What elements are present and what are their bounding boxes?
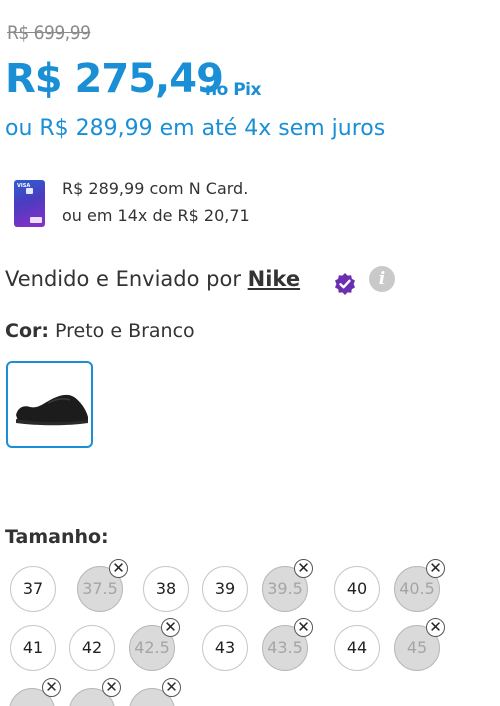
size-option-37[interactable]: 37: [10, 566, 56, 612]
seller-prefix: Vendido e Enviado por: [5, 267, 248, 291]
size-option-label: 43.5: [267, 638, 303, 657]
size-option-41[interactable]: 41: [10, 625, 56, 671]
size-option-label: 42: [81, 638, 103, 657]
size-option-label: 39.5: [267, 579, 303, 598]
unavailable-x-icon: ✕: [109, 559, 128, 578]
size-label: Tamanho:: [5, 526, 109, 548]
unavailable-x-icon: ✕: [161, 618, 180, 637]
verified-seller-icon: [335, 273, 355, 295]
size-option-42-5[interactable]: 42.5 ✕: [129, 618, 180, 671]
old-price: R$ 699,99: [7, 22, 91, 44]
info-icon[interactable]: i: [369, 266, 395, 292]
seller-info: Vendido e Enviado por Nike: [5, 267, 300, 291]
size-option-42[interactable]: 42: [69, 625, 115, 671]
unavailable-x-icon: ✕: [102, 678, 121, 697]
pix-price: R$ 275,49: [5, 56, 224, 102]
size-option-38[interactable]: 38: [143, 566, 189, 612]
size-option-label: 39: [214, 579, 236, 598]
unavailable-x-icon: ✕: [426, 618, 445, 637]
color-value: Preto e Branco: [55, 320, 195, 342]
size-option-39-5[interactable]: 39.5 ✕: [262, 559, 313, 612]
unavailable-x-icon: ✕: [42, 678, 61, 697]
installments-text: ou R$ 289,99 em até 4x sem juros: [5, 116, 386, 141]
seller-link[interactable]: Nike: [248, 267, 300, 291]
size-option-label: 44: [346, 638, 368, 657]
ncard-icon: VISA: [14, 180, 45, 227]
shoe-thumbnail: [16, 394, 88, 426]
unavailable-x-icon: ✕: [294, 618, 313, 637]
size-option-label: 40: [346, 579, 368, 598]
size-option-40[interactable]: 40: [334, 566, 380, 612]
size-option-label: 38: [155, 579, 177, 598]
color-swatch-preto-branco[interactable]: [6, 361, 93, 448]
size-option-45[interactable]: 45 ✕: [394, 618, 445, 671]
size-option-39[interactable]: 39: [202, 566, 248, 612]
size-option-label: 45: [406, 638, 428, 657]
size-option-40-5[interactable]: 40.5 ✕: [394, 559, 445, 612]
size-option-label: 37: [22, 579, 44, 598]
unavailable-x-icon: ✕: [294, 559, 313, 578]
size-option-label: 42.5: [134, 638, 170, 657]
size-option-label: 41: [22, 638, 44, 657]
size-option-label: 43: [214, 638, 236, 657]
ncard-price: R$ 289,99 com N Card.: [62, 179, 249, 198]
pix-label: no Pix: [205, 80, 261, 100]
size-option-label: 40.5: [399, 579, 435, 598]
size-option-37-5[interactable]: 37.5 ✕: [77, 559, 128, 612]
ncard-installments: ou em 14x de R$ 20,71: [62, 206, 250, 225]
color-label-title: Cor:: [5, 320, 49, 342]
unavailable-x-icon: ✕: [162, 678, 181, 697]
color-label: Cor: Preto e Branco: [5, 320, 195, 342]
size-option-43-5[interactable]: 43.5 ✕: [262, 618, 313, 671]
size-option-44[interactable]: 44: [334, 625, 380, 671]
unavailable-x-icon: ✕: [426, 559, 445, 578]
size-option-43[interactable]: 43: [202, 625, 248, 671]
size-option-label: 37.5: [82, 579, 118, 598]
